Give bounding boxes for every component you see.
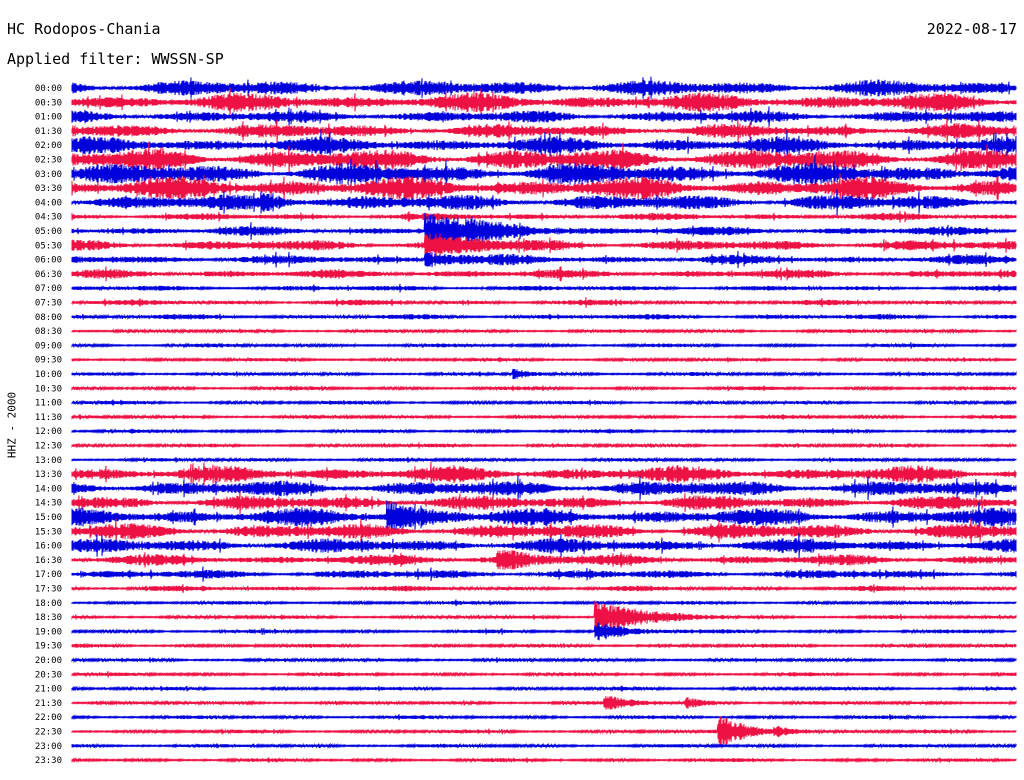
trace-row-0630 <box>71 266 1017 282</box>
trace-row-1930 <box>71 642 1017 649</box>
trace-row-0530 <box>71 233 1017 257</box>
row-time-label: 10:00 <box>35 370 62 380</box>
trace-row-0900 <box>71 342 1017 349</box>
trace-row-1600 <box>71 533 1017 559</box>
trace-row-2300 <box>71 742 1017 749</box>
row-time-label: 17:30 <box>35 585 62 595</box>
trace-row-1800 <box>71 599 1017 607</box>
trace-row-1700 <box>71 566 1017 582</box>
seismic-traces <box>71 76 1017 764</box>
trace-row-0100 <box>71 106 1017 127</box>
row-time-label: 12:00 <box>35 427 62 437</box>
trace-row-0000 <box>71 76 1017 100</box>
trace-row-1230 <box>71 442 1017 449</box>
row-time-label: 11:30 <box>35 413 62 423</box>
row-time-label: 23:30 <box>35 756 62 766</box>
trace-row-1730 <box>71 584 1017 593</box>
trace-row-0800 <box>71 313 1017 321</box>
trace-row-1300 <box>71 456 1017 464</box>
trace-row-1830 <box>71 600 1017 634</box>
row-time-label: 13:30 <box>35 470 62 480</box>
trace-row-2030 <box>71 670 1017 678</box>
row-time-label: 03:30 <box>35 184 62 194</box>
row-time-label: 18:30 <box>35 613 62 623</box>
row-time-label: 07:00 <box>35 284 62 294</box>
row-time-label: 22:00 <box>35 713 62 723</box>
trace-row-0700 <box>71 283 1017 293</box>
trace-row-2330 <box>71 756 1017 764</box>
row-time-label: 06:00 <box>35 256 62 266</box>
trace-row-0430 <box>71 210 1017 223</box>
row-time-label: 06:30 <box>35 270 62 280</box>
trace-row-2000 <box>71 656 1017 664</box>
trace-row-2130 <box>71 696 1017 710</box>
row-time-label: 04:00 <box>35 198 62 208</box>
row-time-label: 08:00 <box>35 313 62 323</box>
trace-row-2100 <box>71 685 1017 692</box>
row-time-label: 20:00 <box>35 656 62 666</box>
row-time-label: 03:00 <box>35 170 62 180</box>
row-time-label: 05:30 <box>35 241 62 251</box>
row-time-label: 07:30 <box>35 299 62 309</box>
trace-row-0730 <box>71 297 1017 308</box>
trace-row-1100 <box>71 399 1017 406</box>
row-time-label: 08:30 <box>35 327 62 337</box>
trace-row-1200 <box>71 428 1017 435</box>
row-time-label: 01:30 <box>35 127 62 137</box>
trace-row-1130 <box>71 413 1017 421</box>
row-time-label: 05:00 <box>35 227 62 237</box>
row-time-label: 11:00 <box>35 399 62 409</box>
row-time-label: 16:00 <box>35 542 62 552</box>
seismogram-plot: 00:00 00:30 01:00 01:30 02:00 02:30 03:00 03:30… <box>35 76 1017 766</box>
trace-row-1000 <box>71 368 1017 380</box>
trace-row-0930 <box>71 356 1017 363</box>
row-time-label: 04:30 <box>35 213 62 223</box>
row-time-label: 13:00 <box>35 456 62 466</box>
row-time-label: 09:30 <box>35 356 62 366</box>
row-time-label: 12:30 <box>35 442 62 452</box>
trace-row-2230 <box>71 716 1017 747</box>
row-time-label: 10:30 <box>35 384 62 394</box>
row-time-label: 01:00 <box>35 113 62 123</box>
trace-row-1630 <box>71 550 1017 570</box>
row-time-label: 21:00 <box>35 685 62 695</box>
row-time-labels: 00:00 00:30 01:00 01:30 02:00 02:30 03:00 03:30… <box>35 84 62 766</box>
trace-row-0830 <box>71 327 1017 335</box>
row-time-label: 21:30 <box>35 699 62 709</box>
row-time-label: 19:00 <box>35 627 62 637</box>
row-time-label: 00:00 <box>35 84 62 94</box>
row-time-label: 15:30 <box>35 527 62 537</box>
row-time-label: 18:00 <box>35 599 62 609</box>
trace-row-2200 <box>71 714 1017 721</box>
row-time-label: 02:30 <box>35 156 62 166</box>
row-time-label: 14:30 <box>35 499 62 509</box>
row-time-label: 02:00 <box>35 141 62 151</box>
row-time-label: 00:30 <box>35 98 62 108</box>
row-time-label: 22:30 <box>35 728 62 738</box>
row-time-label: 17:00 <box>35 570 62 580</box>
row-time-label: 09:00 <box>35 341 62 351</box>
row-time-label: 16:30 <box>35 556 62 566</box>
trace-row-0600 <box>71 251 1017 269</box>
row-time-label: 19:30 <box>35 642 62 652</box>
row-time-label: 15:00 <box>35 513 62 523</box>
row-time-label: 14:00 <box>35 484 62 494</box>
row-time-label: 20:30 <box>35 670 62 680</box>
trace-row-1030 <box>71 385 1017 392</box>
trace-row-1900 <box>71 622 1017 641</box>
row-time-label: 23:00 <box>35 742 62 752</box>
